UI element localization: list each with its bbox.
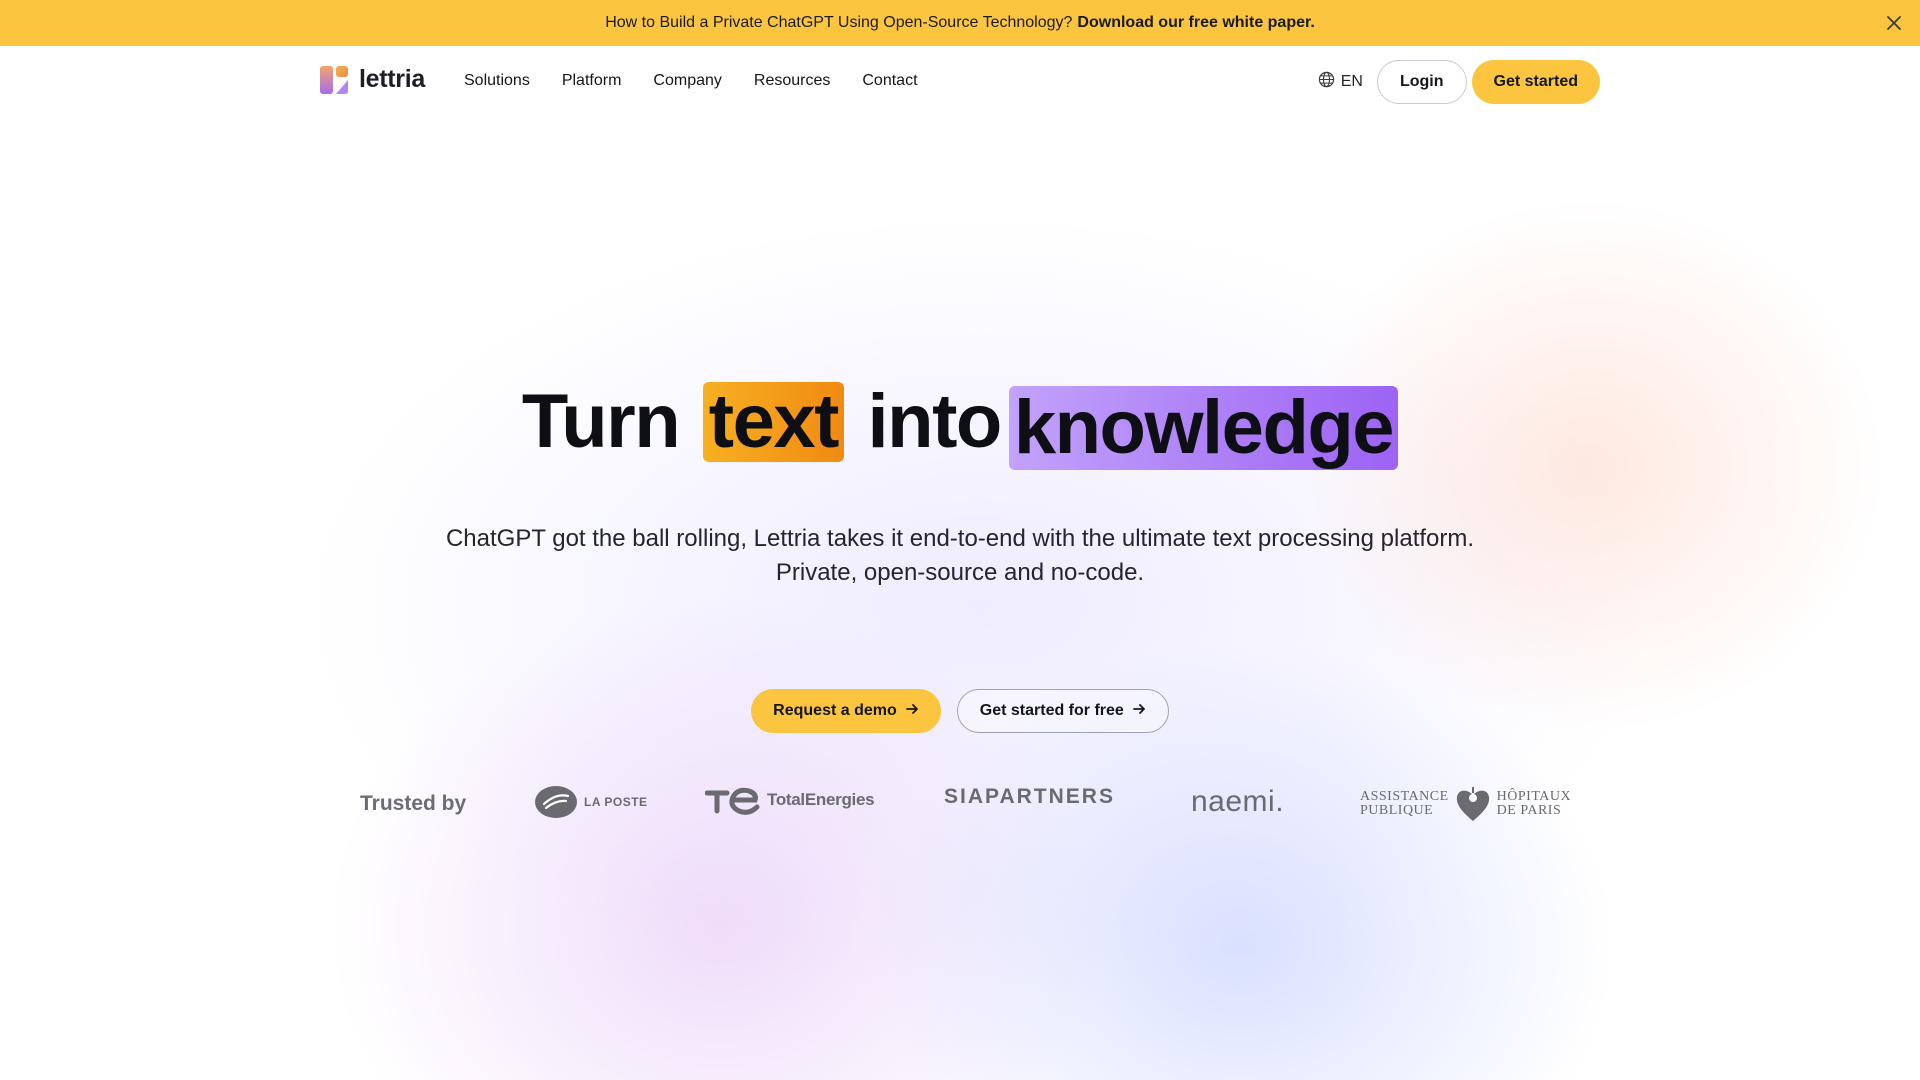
nav-item-platform[interactable]: Platform (562, 72, 622, 90)
nav-item-contact[interactable]: Contact (862, 72, 917, 90)
naemi-logo: naemi. (1191, 785, 1284, 819)
laposte-bird-icon (535, 786, 577, 818)
get-started-button[interactable]: Get started (1471, 60, 1600, 104)
aphp-logo: ASSISTANCE PUBLIQUE HÔPITAUX DE PARIS (1360, 785, 1571, 823)
request-demo-button[interactable]: Request a demo (751, 689, 941, 733)
laposte-logo: LA POSTE (534, 785, 648, 819)
request-demo-label: Request a demo (773, 702, 897, 719)
announcement-bar: How to Build a Private ChatGPT Using Ope… (0, 0, 1920, 46)
aphp-right-line-2: DE PARIS (1496, 803, 1562, 818)
nav-actions: EN Login Get started (1318, 60, 1600, 104)
hero-subtitle: ChatGPT got the ball rolling, Lettria ta… (445, 525, 1475, 586)
white-paper-link[interactable]: Download our free white paper. (1077, 14, 1314, 32)
siapartners-logo: SIAPARTNERS (944, 785, 1115, 809)
hero-title-highlight-knowledge: knowledge (1008, 386, 1399, 470)
nav-item-solutions[interactable]: Solutions (464, 72, 530, 90)
language-label: EN (1340, 73, 1363, 90)
totalenergies-mark-icon (705, 787, 760, 815)
naemi-label: naemi. (1191, 785, 1285, 818)
aphp-heart-icon (1456, 787, 1489, 821)
announcement-message: How to Build a Private ChatGPT Using Ope… (605, 14, 1073, 31)
trusted-by-label: Trusted by (360, 792, 467, 815)
totalenergies-label: TotalEnergies (767, 790, 875, 809)
nav-links: Solutions Platform Company Resources Con… (464, 72, 950, 90)
close-icon[interactable] (1882, 11, 1906, 35)
aphp-right-text: HÔPITAUX DE PARIS (1497, 790, 1571, 818)
arrow-right-icon (1132, 702, 1146, 721)
hero-title-highlight-text: text (702, 382, 844, 462)
aphp-left-line-2: PUBLIQUE (1360, 803, 1434, 818)
get-started-free-label: Get started for free (979, 702, 1124, 719)
hero-title: Turn text into knowledge (0, 378, 1920, 470)
aphp-right-line-1: HÔPITAUX (1496, 789, 1572, 804)
aphp-left-line-1: ASSISTANCE (1360, 789, 1449, 804)
nav-item-company[interactable]: Company (653, 72, 721, 90)
aphp-left-text: ASSISTANCE PUBLIQUE (1360, 790, 1449, 818)
login-button[interactable]: Login (1376, 60, 1467, 104)
globe-icon (1318, 71, 1335, 93)
nav-item-resources[interactable]: Resources (754, 72, 830, 90)
lettria-logo-icon (320, 64, 350, 94)
lettria-logo[interactable]: lettria (320, 64, 425, 94)
brand-name: lettria (359, 64, 425, 93)
cta-row: Request a demo Get started for free (0, 689, 1920, 733)
arrow-right-icon (905, 702, 919, 721)
siapartners-label: SIAPARTNERS (944, 785, 1115, 808)
trusted-by-section: Trusted by LA POSTE TotalEnergies SIAPAR… (0, 780, 1920, 830)
navbar: lettria Solutions Platform Company Resou… (0, 46, 1920, 118)
get-started-free-button[interactable]: Get started for free (956, 689, 1169, 733)
language-selector[interactable]: EN (1318, 71, 1363, 93)
hero-title-into: into (867, 379, 1003, 464)
laposte-label: LA POSTE (584, 795, 648, 809)
hero-title-turn: Turn (521, 379, 681, 464)
totalenergies-logo: TotalEnergies (705, 785, 875, 815)
